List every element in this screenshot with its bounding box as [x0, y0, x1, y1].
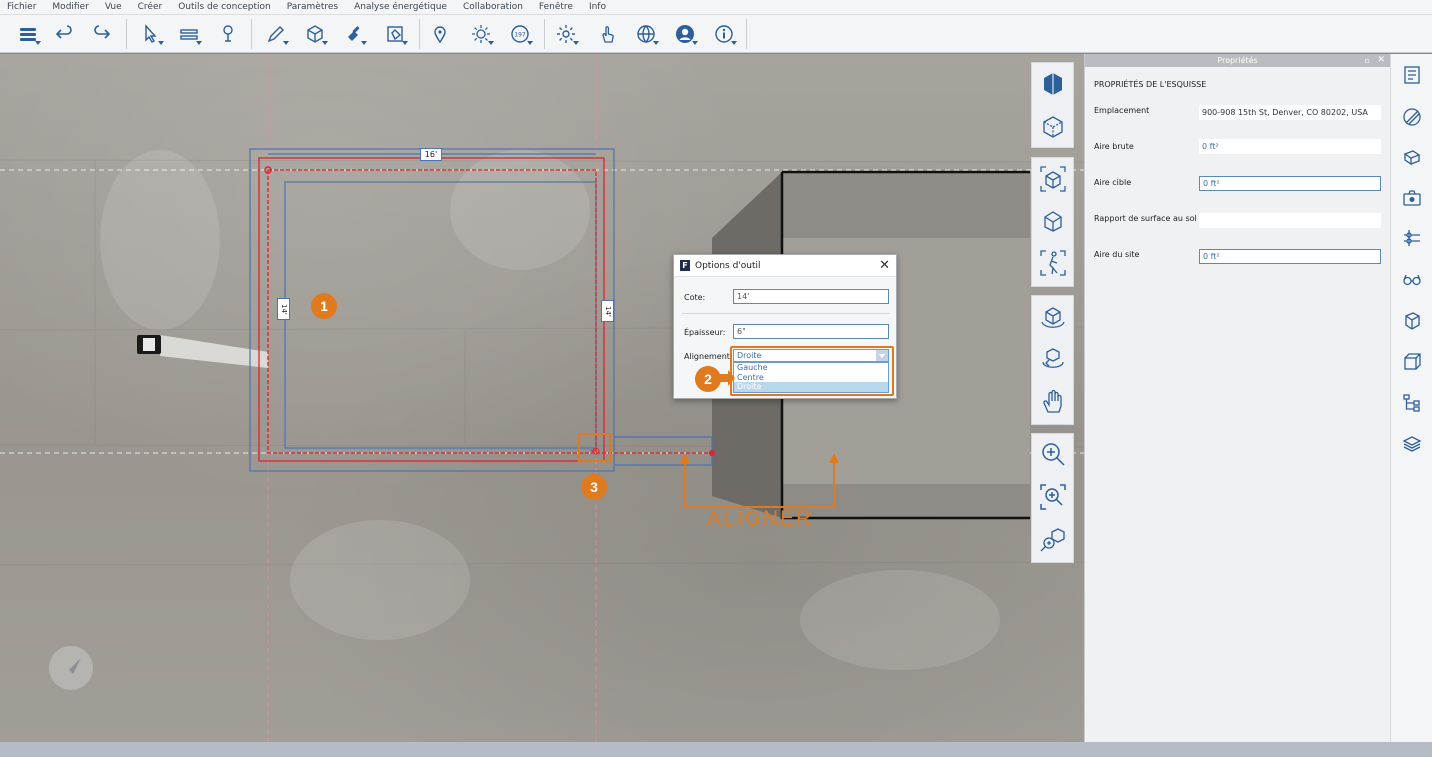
sun-icon[interactable] — [467, 20, 495, 48]
dialog-titlebar[interactable]: F Options d'outil — [674, 255, 896, 277]
cote-label: Cote: — [684, 293, 706, 302]
menu-parametres[interactable]: Paramètres — [287, 0, 338, 15]
menu-collaboration[interactable]: Collaboration — [463, 0, 523, 15]
orbit-icon[interactable] — [1032, 296, 1073, 338]
pencil-icon[interactable] — [262, 20, 290, 48]
view-toolbar-group-4 — [1031, 433, 1074, 563]
layers-icon[interactable] — [1397, 142, 1427, 172]
user-icon[interactable] — [671, 20, 699, 48]
globe-icon[interactable] — [632, 20, 660, 48]
drawing-viewport[interactable]: ⟲ 16' 14' 14' — [0, 54, 1084, 742]
alignement-label: Alignement: — [684, 352, 733, 361]
callout-1: 1 — [311, 293, 337, 319]
view-toolbar-group-2 — [1031, 157, 1074, 287]
close-icon[interactable]: ✕ — [879, 258, 890, 273]
pan-hand-icon[interactable] — [1032, 380, 1073, 422]
location-icon[interactable] — [426, 20, 454, 48]
scene-canvas: ⟲ — [0, 54, 1084, 742]
zoom-window-icon[interactable] — [1032, 476, 1073, 518]
paint-icon[interactable] — [340, 20, 368, 48]
menu-creer[interactable]: Créer — [138, 0, 163, 15]
emplacement-label: Emplacement — [1094, 106, 1150, 115]
rotate-icon[interactable] — [1032, 338, 1073, 380]
svg-text:197: 197 — [514, 32, 526, 39]
hierarchy-icon[interactable] — [1397, 388, 1427, 418]
rapport-surface-label: Rapport de surface au sol — [1094, 214, 1197, 223]
menu-fenetre[interactable]: Fenêtre — [539, 0, 573, 15]
info-icon[interactable] — [710, 20, 738, 48]
view-toolbar-group-1 — [1031, 62, 1074, 148]
menu-analyse-energetique[interactable]: Analyse énergétique — [354, 0, 447, 15]
glasses-icon[interactable] — [1397, 264, 1427, 294]
camera-icon[interactable] — [1397, 183, 1427, 213]
svg-text:⟲: ⟲ — [590, 445, 599, 458]
aire-cible-label: Aire cible — [1094, 178, 1132, 187]
properties-panel: Propriétés ▫ ✕ PROPRIÉTÉS DE L'ESQUISSE … — [1084, 54, 1390, 742]
pin-tool-icon[interactable] — [214, 20, 242, 48]
menu-outils-conception[interactable]: Outils de conception — [178, 0, 271, 15]
dimension-label-right[interactable]: 14' — [601, 300, 614, 322]
materials-icon[interactable] — [1397, 102, 1427, 132]
menu-fichier[interactable]: Fichier — [7, 0, 36, 15]
dimension-label-top[interactable]: 16' — [420, 148, 442, 161]
compass-icon[interactable] — [49, 646, 93, 690]
main-toolbar: 197 — [0, 15, 1432, 53]
stack-icon[interactable] — [1397, 429, 1427, 459]
cote-input[interactable]: 14' — [733, 289, 889, 304]
aligner-label: ALIGNER — [707, 507, 814, 530]
callout-3: 3 — [581, 474, 607, 500]
callout-arrow-icon — [719, 370, 735, 386]
callout-2: 2 — [695, 366, 721, 392]
walk-icon[interactable] — [1032, 242, 1073, 284]
menu-icon[interactable] — [14, 20, 42, 48]
home-view-icon[interactable] — [1032, 158, 1073, 200]
box-face-icon[interactable] — [1397, 306, 1427, 336]
gear-icon[interactable] — [552, 20, 580, 48]
touch-icon[interactable] — [593, 20, 621, 48]
epaisseur-input[interactable]: 6" — [733, 324, 889, 339]
aire-site-input[interactable]: 0 ft² — [1199, 249, 1381, 264]
wall-icon[interactable] — [175, 20, 203, 48]
emplacement-value[interactable]: 900-908 15th St, Denver, CO 80202, USA — [1199, 105, 1381, 120]
close-icon[interactable]: ✕ — [1377, 54, 1385, 67]
3d-view-icon[interactable] — [1032, 63, 1073, 105]
menu-info[interactable]: Info — [589, 0, 606, 15]
right-sidebar — [1390, 54, 1432, 742]
menu-bar: Fichier Modifier Vue Créer Outils de con… — [0, 0, 1432, 15]
dimension-label-left[interactable]: 14' — [277, 298, 290, 320]
aire-cible-input[interactable]: 0 ft² — [1199, 176, 1381, 191]
select-icon[interactable] — [137, 20, 165, 48]
rapport-surface-value — [1199, 213, 1381, 228]
view-toolbar-group-3 — [1031, 295, 1074, 425]
date-icon[interactable]: 197 — [506, 20, 534, 48]
zoom-in-icon[interactable] — [1032, 434, 1073, 476]
highlight-box — [730, 346, 894, 396]
aire-site-label: Aire du site — [1094, 250, 1140, 259]
boundary-icon[interactable] — [381, 20, 409, 48]
aire-brute-label: Aire brute — [1094, 142, 1134, 151]
levels-icon[interactable] — [1397, 223, 1427, 253]
properties-title: Propriétés — [1217, 56, 1258, 65]
app-logo-icon: F — [680, 260, 690, 271]
epaisseur-label: Épaisseur: — [684, 328, 726, 337]
top-view-icon[interactable] — [1032, 105, 1073, 147]
pin-icon[interactable]: ▫ — [1365, 54, 1370, 67]
undo-icon[interactable] — [50, 20, 78, 48]
menu-vue[interactable]: Vue — [105, 0, 122, 15]
view-cube-icon[interactable] — [1032, 200, 1073, 242]
redo-icon[interactable] — [88, 20, 116, 48]
aire-brute-value: 0 ft² — [1199, 139, 1381, 154]
cube-outline-icon[interactable] — [1397, 347, 1427, 377]
dialog-title: Options d'outil — [695, 260, 761, 271]
properties-icon[interactable] — [1397, 60, 1427, 90]
properties-header: Propriétés ▫ ✕ — [1085, 54, 1390, 67]
box-icon[interactable] — [301, 20, 329, 48]
zoom-extents-icon[interactable] — [1032, 518, 1073, 560]
sketch-properties-heading: PROPRIÉTÉS DE L'ESQUISSE — [1094, 80, 1207, 89]
status-bar — [0, 742, 1432, 757]
menu-modifier[interactable]: Modifier — [52, 0, 88, 15]
